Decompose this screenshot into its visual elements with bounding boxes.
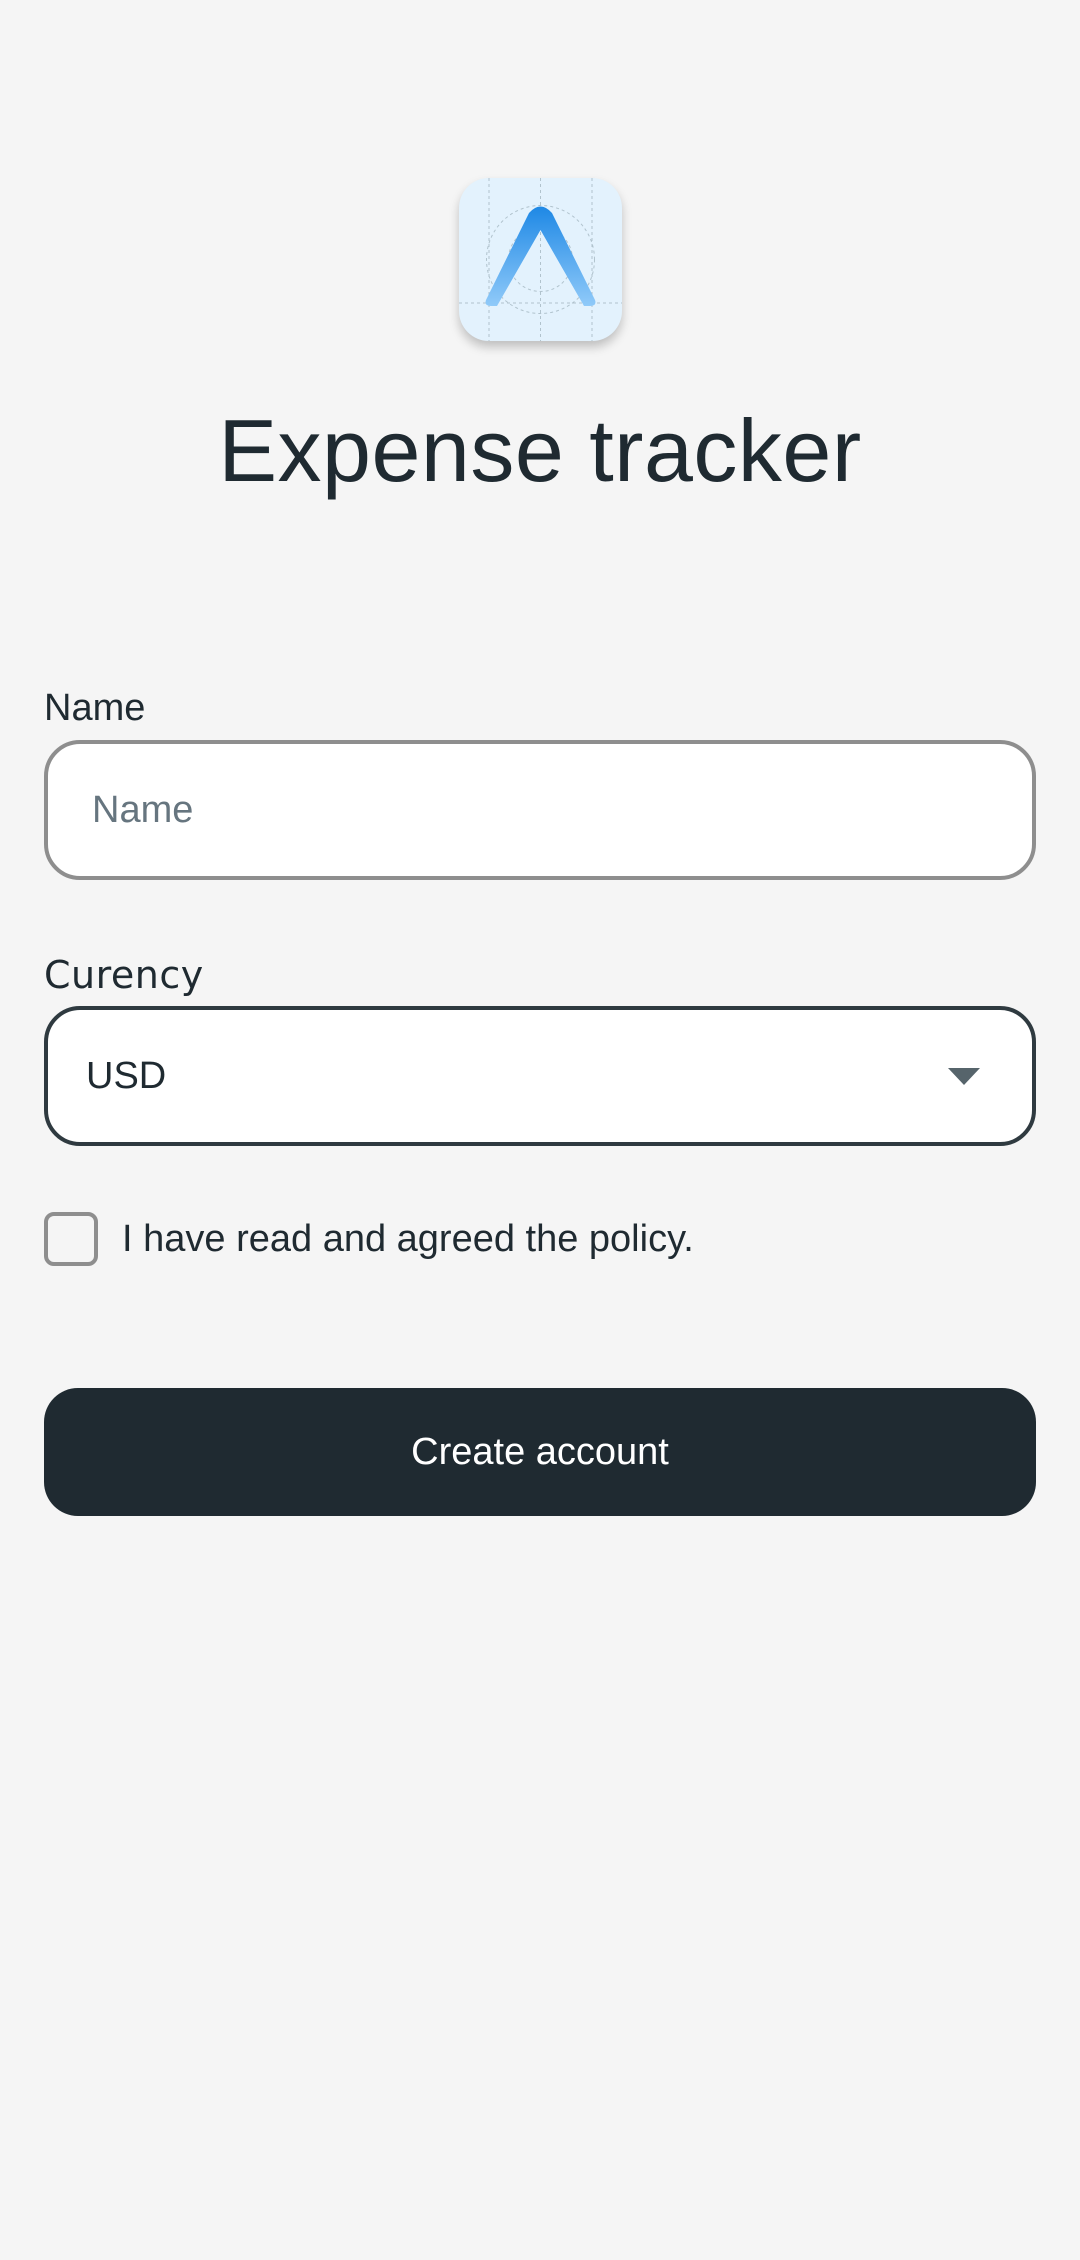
name-input[interactable] xyxy=(44,740,1036,880)
currency-selected-value: USD xyxy=(86,1055,167,1097)
name-label: Name xyxy=(44,687,146,729)
policy-checkbox-label[interactable]: I have read and agreed the policy. xyxy=(122,1214,694,1264)
create-account-button[interactable]: Create account xyxy=(44,1388,1036,1516)
app-logo-icon xyxy=(459,178,622,341)
caret-down-icon[interactable] xyxy=(948,1068,980,1085)
app-title: Expense tracker xyxy=(218,401,862,500)
policy-checkbox[interactable] xyxy=(44,1212,98,1266)
currency-label: Curency xyxy=(44,953,204,997)
currency-select[interactable]: USD xyxy=(44,1006,1036,1146)
